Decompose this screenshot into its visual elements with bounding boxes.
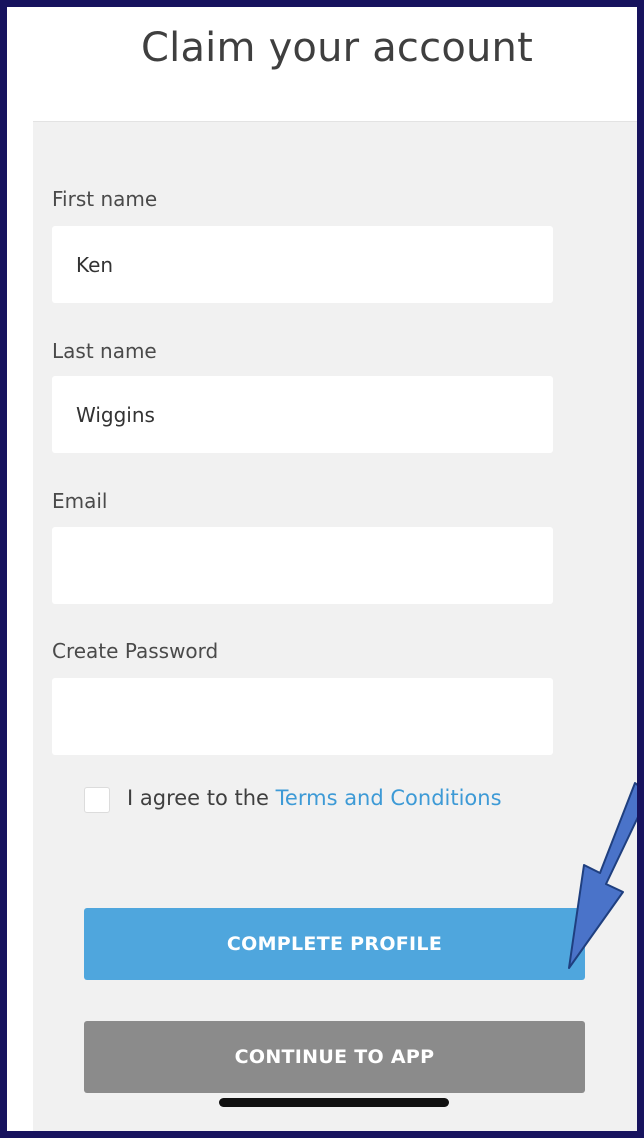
complete-profile-button[interactable]: COMPLETE PROFILE bbox=[84, 908, 585, 980]
continue-to-app-button[interactable]: CONTINUE TO APP bbox=[84, 1021, 585, 1093]
password-input[interactable] bbox=[52, 678, 553, 755]
last-name-input[interactable]: Wiggins bbox=[52, 376, 553, 453]
page-title: Claim your account bbox=[141, 25, 533, 71]
first-name-value: Ken bbox=[76, 252, 114, 277]
terms-and-conditions-link[interactable]: Terms and Conditions bbox=[276, 786, 502, 810]
first-name-input[interactable]: Ken bbox=[52, 226, 553, 303]
email-label: Email bbox=[52, 489, 108, 513]
terms-checkbox[interactable] bbox=[84, 787, 110, 813]
terms-agreement-text: I agree to the Terms and Conditions bbox=[127, 786, 502, 810]
first-name-label: First name bbox=[52, 187, 158, 211]
continue-to-app-label: CONTINUE TO APP bbox=[234, 1046, 435, 1068]
last-name-label: Last name bbox=[52, 339, 157, 363]
header: Claim your account bbox=[7, 7, 637, 119]
home-indicator bbox=[219, 1098, 449, 1107]
last-name-value: Wiggins bbox=[76, 402, 155, 427]
password-label: Create Password bbox=[52, 639, 219, 663]
complete-profile-label: COMPLETE PROFILE bbox=[226, 933, 443, 955]
screenshot-frame: Claim your account First name Ken Last n… bbox=[0, 0, 644, 1138]
down-left-arrow-icon bbox=[568, 782, 637, 969]
terms-prefix: I agree to the bbox=[127, 786, 269, 810]
email-input[interactable] bbox=[52, 527, 553, 604]
